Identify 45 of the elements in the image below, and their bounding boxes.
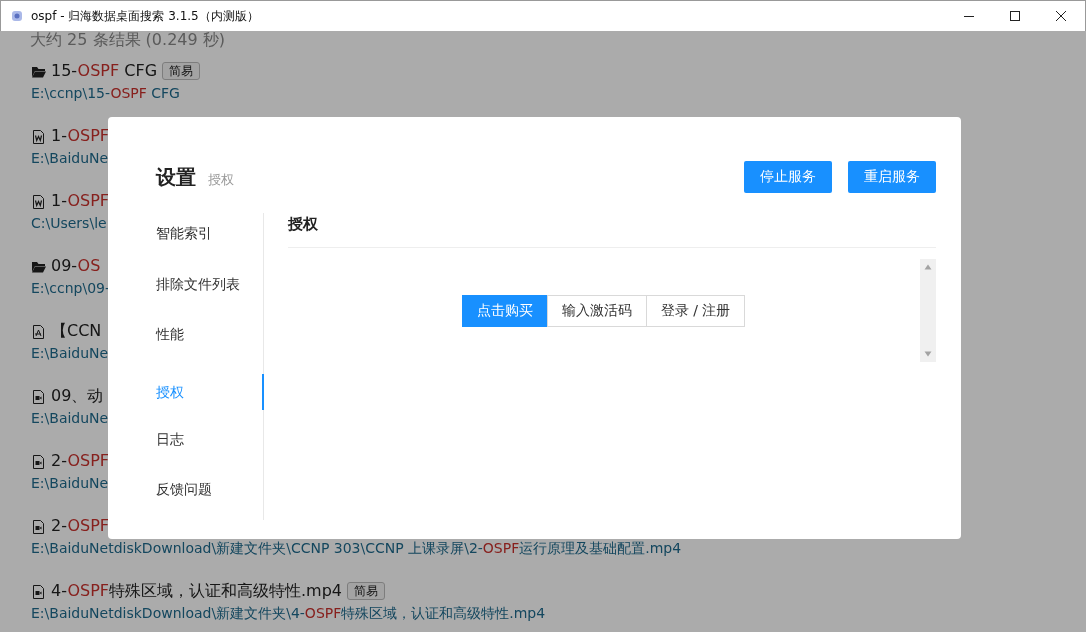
result-path: E:\BaiduNe (31, 344, 109, 362)
result-path: E:\BaiduNe (31, 409, 109, 427)
tag-label: 简易 (347, 582, 386, 600)
window-title: ospf - 归海数据桌面搜索 3.1.5（内测版） (31, 7, 259, 25)
menu-item[interactable]: 反馈问题 (156, 469, 263, 520)
app-icon (11, 10, 23, 22)
maximize-icon[interactable] (1009, 10, 1021, 22)
result-path: E:\BaiduNe (31, 149, 109, 167)
action-button[interactable]: 登录 / 注册 (645, 294, 746, 327)
scroll-up-icon (924, 264, 932, 270)
result-title[interactable]: 1-OSPF (51, 126, 109, 146)
menu-item[interactable]: 日志 (156, 418, 263, 470)
menu-item[interactable]: 排除文件列表 (156, 263, 263, 315)
video-file-icon (31, 388, 46, 404)
result-title[interactable]: 4-OSPF特殊区域，认证和高级特性.mp4 (51, 581, 343, 601)
result-path: E:\ccnp\09- (31, 279, 111, 297)
dialog-title: 设置 (156, 163, 196, 191)
close-icon[interactable] (1055, 10, 1067, 22)
action-button[interactable]: 输入激活码 (546, 294, 647, 327)
tag-label: 简易 (162, 62, 201, 80)
result-title[interactable]: 15-OSPF CFG (51, 61, 158, 81)
result-title[interactable]: 2-OSPF (51, 451, 109, 471)
word-document-icon (31, 193, 46, 209)
menu-item[interactable]: 智能索引 (156, 213, 263, 264)
result-path: E:\BaiduNetdiskDownload\新建文件夹\4-OSPF特殊区域，认证和高级特性.mp4 (31, 604, 546, 622)
video-file-icon (31, 453, 46, 469)
result-title[interactable]: 1-OSPF (51, 191, 109, 211)
pdf-document-icon (31, 323, 46, 339)
result-title[interactable]: 2-OSPF (51, 516, 109, 536)
result-title[interactable]: 09-OS (51, 256, 101, 276)
scroll-down-icon (924, 351, 932, 357)
section-title: 授权 (288, 213, 936, 248)
video-file-icon (31, 583, 46, 599)
result-title[interactable]: 【CCN (51, 321, 102, 341)
word-document-icon (31, 128, 46, 144)
result-path: E:\BaiduNe (31, 474, 109, 492)
breadcrumb: 授权 (208, 170, 234, 189)
video-file-icon (31, 518, 46, 534)
scrollbar[interactable] (920, 259, 936, 362)
result-summary: 大约 25 条结果 (0.249 秒) (30, 31, 226, 49)
menu-item[interactable]: 性能 (156, 314, 263, 365)
result-path: E:\ccnp\15-OSPF CFG (31, 84, 180, 102)
result-path: C:\Users\le (31, 214, 107, 232)
result-path: E:\BaiduNetdiskDownload\新建文件夹\CCNP 303\CCNP 上课录屏\2-OSPF运行原理及基础配置.mp4 (31, 539, 682, 557)
result-title[interactable]: 09、动 (51, 386, 104, 406)
